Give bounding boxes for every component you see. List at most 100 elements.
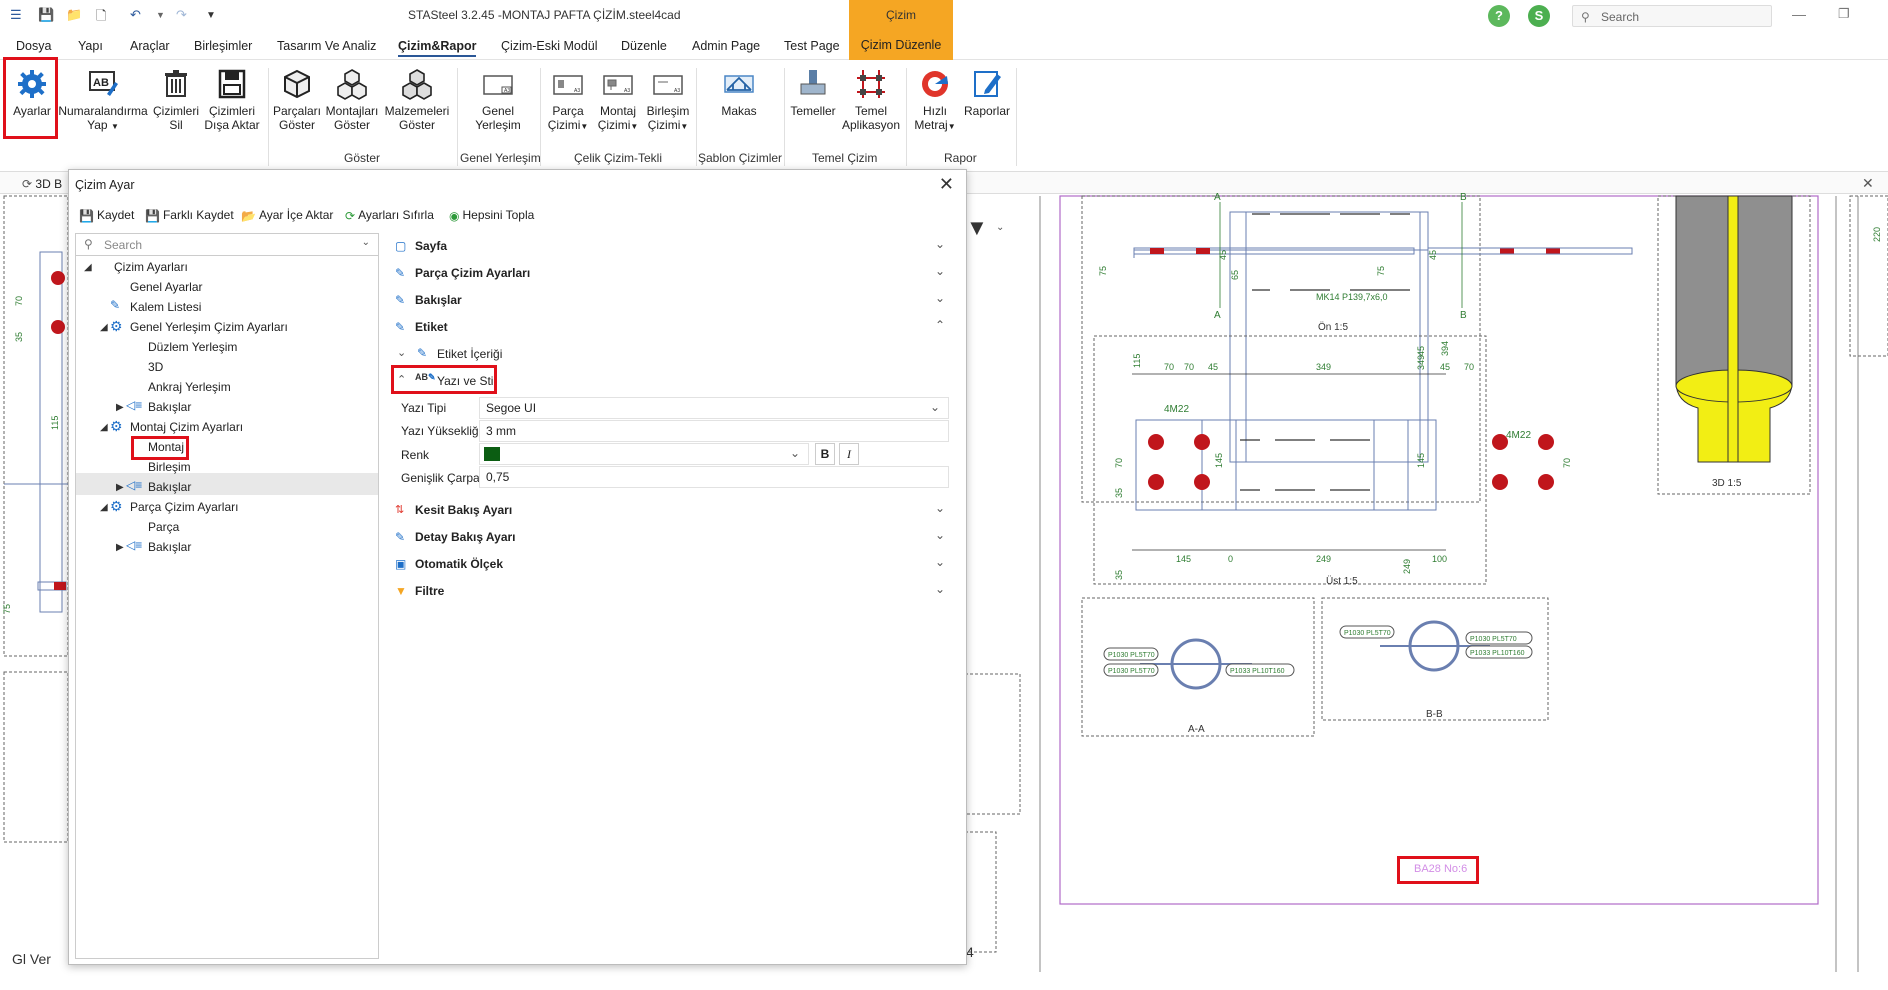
section-bakislar[interactable]: ✎ Bakışlar ⌄ (391, 287, 951, 313)
section-detay-bakis[interactable]: ✎ Detay Bakış Ayarı ⌄ (391, 524, 951, 550)
tree-expand-icon[interactable]: ◢ (84, 262, 92, 273)
section-etiket-icerigi[interactable]: ⌄ ✎ Etiket İçeriği (391, 341, 951, 367)
ribbon-separator (784, 68, 785, 166)
front-dim-1: 45 (1218, 250, 1228, 260)
chevron-down-icon: ⌄ (789, 446, 800, 460)
tab-yapi[interactable]: Yapı (78, 39, 103, 53)
tab-cizim-eski[interactable]: Çizim-Eski Modül (501, 39, 598, 53)
tree-parca[interactable]: Parça (148, 516, 179, 538)
minimize-icon[interactable]: — (1792, 6, 1806, 22)
cizimleri-sil-button[interactable]: Çizimleri Sil (152, 68, 200, 132)
tree-genel-ayarlar[interactable]: Genel Ayarlar (130, 276, 203, 298)
farkli-kaydet-button[interactable]: 💾 Farklı Kaydet (145, 208, 234, 223)
undo-icon[interactable]: ↶ (130, 7, 141, 23)
group-sablon-label: Şablon Çizimler (698, 151, 783, 165)
save-icon[interactable]: 💾 (38, 7, 54, 23)
tree-cizim-ayarlari[interactable]: Çizim Ayarları (114, 256, 188, 278)
montajlari-goster-button[interactable]: Montajları Göster (324, 68, 380, 132)
undo-dropdown-icon[interactable]: ▼ (156, 10, 165, 20)
restore-icon[interactable]: ❐ (1838, 6, 1850, 22)
tab-araclar[interactable]: Araçlar (130, 39, 170, 53)
section-sayfa[interactable]: ▢ Sayfa ⌄ (391, 233, 951, 259)
ayarlari-sifirla-button[interactable]: ⟳ Ayarları Sıfırla (345, 208, 434, 223)
canvas-filter-icon[interactable]: ▼ (966, 215, 988, 241)
open-folder-icon[interactable]: 📁 (66, 7, 82, 23)
yazi-tipi-select[interactable]: Segoe UI ⌄ (479, 397, 949, 419)
section-cut-icon: ⇅ (395, 504, 405, 516)
montaj-cizimi-button[interactable]: A3 Montaj Çizimi▼ (594, 68, 642, 134)
tab-tasarim[interactable]: Tasarım Ve Analiz (277, 39, 376, 53)
cizimleri-disa-aktar-button[interactable]: Çizimleri Dışa Aktar (202, 68, 262, 132)
svg-text:A3: A3 (624, 88, 630, 94)
temeller-button[interactable]: Temeller (786, 68, 840, 118)
parca-cizimi-button[interactable]: A3 Parça Çizimi▼ (546, 68, 590, 134)
tree-bakislar-2[interactable]: Bakışlar (148, 476, 191, 498)
renk-select[interactable]: ⌄ (479, 443, 809, 465)
birlesim-cizimi-button[interactable]: A3 Birleşim Çizimi▼ (644, 68, 692, 134)
global-search-input[interactable]: ⚲ Search (1572, 5, 1772, 27)
part-tag-aa-3: P1033 PL10T160 (1230, 668, 1285, 675)
tree-kalem-listesi[interactable]: Kalem Listesi (130, 296, 201, 318)
customize-qa-icon[interactable]: ▼ (206, 10, 216, 21)
italic-button[interactable]: I (839, 443, 859, 465)
section-etiket[interactable]: ✎ Etiket ⌃ (391, 314, 951, 340)
tree-expand-icon[interactable]: ◢ (100, 422, 108, 433)
tree-bakislar-3[interactable]: Bakışlar (148, 536, 191, 558)
section-filtre[interactable]: ▼ Filtre ⌄ (391, 578, 951, 604)
tab-admin[interactable]: Admin Page (692, 39, 760, 53)
close-icon[interactable]: ✕ (939, 174, 954, 195)
yazi-yuksekligi-value: 3 mm (486, 424, 516, 438)
ayar-ice-aktar-button[interactable]: 📂 Ayar İçe Aktar (241, 208, 333, 223)
hepsini-topla-button[interactable]: ◉ Hepsini Topla (449, 208, 534, 223)
redo-icon[interactable]: ↷ (176, 7, 187, 23)
left-dim-3: 115 (50, 416, 60, 430)
bottom-dim-5: 100 (1432, 554, 1447, 564)
hizli-metraj-button[interactable]: Hızlı Metraj▼ (910, 68, 960, 134)
avatar[interactable]: S (1528, 5, 1550, 27)
tree-search-input[interactable]: ⚲ Search ⌄ (76, 234, 378, 256)
section-otomatik-olcek[interactable]: ▣ Otomatik Ölçek ⌄ (391, 551, 951, 577)
chevron-down-icon[interactable]: ⌄ (362, 237, 370, 248)
part-tag-aa-1: P1030 PL5T70 (1108, 652, 1155, 659)
tree-collapsed-icon[interactable]: ▶ (116, 542, 124, 553)
section-kesit-bakis[interactable]: ⇅ Kesit Bakış Ayarı ⌄ (391, 497, 951, 523)
makas-button[interactable]: Makas (712, 68, 766, 118)
genislik-carpani-input[interactable]: 0,75 (479, 466, 949, 488)
temel-aplikasyon-button[interactable]: Temel Aplikasyon (840, 68, 902, 132)
tree-collapsed-icon[interactable]: ▶ (116, 402, 124, 413)
left-dim-4: 75 (2, 604, 12, 614)
new-file-icon[interactable]: 🗋 (96, 7, 106, 29)
chevron-down-icon[interactable]: ⌄ (996, 222, 1004, 233)
tab-cizim-rapor[interactable]: Çizim&Rapor (398, 39, 477, 57)
kaydet-button[interactable]: 💾 Kaydet (79, 208, 134, 223)
bold-button[interactable]: B (815, 443, 835, 465)
tree-birlesim[interactable]: Birleşim (148, 456, 191, 478)
tree-duzlem-yerlesim[interactable]: Düzlem Yerleşim (148, 336, 237, 358)
section-parca-cizim[interactable]: ✎ Parça Çizim Ayarları ⌄ (391, 260, 951, 286)
yazi-yuksekligi-input[interactable]: 3 mm (479, 420, 949, 442)
genel-yerlesim-button[interactable]: A3 Genel Yerleşim (468, 68, 528, 132)
tree-collapsed-icon[interactable]: ▶ (116, 482, 124, 493)
tab-cizim-duzenle[interactable]: Çizim Düzenle (849, 30, 953, 60)
numaralandirma-button[interactable]: AB Numaralandırma Yap ▼ (58, 68, 148, 134)
raporlar-button[interactable]: Raporlar (962, 68, 1012, 118)
tree-parca-cizim[interactable]: Parça Çizim Ayarları (130, 496, 238, 518)
app-menu-icon[interactable]: ☰ (10, 7, 22, 23)
report-icon (974, 71, 1001, 97)
tree-expand-icon[interactable]: ◢ (100, 322, 108, 333)
tab-duzenle[interactable]: Düzenle (621, 39, 667, 53)
chevron-down-icon: ▼ (580, 122, 589, 131)
tab-birlesimler[interactable]: Birleşimler (194, 39, 252, 53)
tab-dosya[interactable]: Dosya (16, 39, 51, 53)
tree-expand-icon[interactable]: ◢ (100, 502, 108, 513)
tree-genel-yerlesim-cizim[interactable]: Genel Yerleşim Çizim Ayarları (130, 316, 288, 338)
tab-test[interactable]: Test Page (784, 39, 840, 53)
parcalari-goster-button[interactable]: Parçaları Göster (270, 68, 324, 132)
malzemeleri-goster-button[interactable]: Malzemeleri Göster (382, 68, 452, 132)
help-icon[interactable]: ? (1488, 5, 1510, 27)
raporlar-label: Raporlar (963, 104, 1011, 118)
tree-ankraj-yerlesim[interactable]: Ankraj Yerleşim (148, 376, 231, 398)
tree-montaj-cizim[interactable]: Montaj Çizim Ayarları (130, 416, 243, 438)
tree-bakislar-1[interactable]: Bakışlar (148, 396, 191, 418)
tree-3d[interactable]: 3D (148, 356, 163, 378)
